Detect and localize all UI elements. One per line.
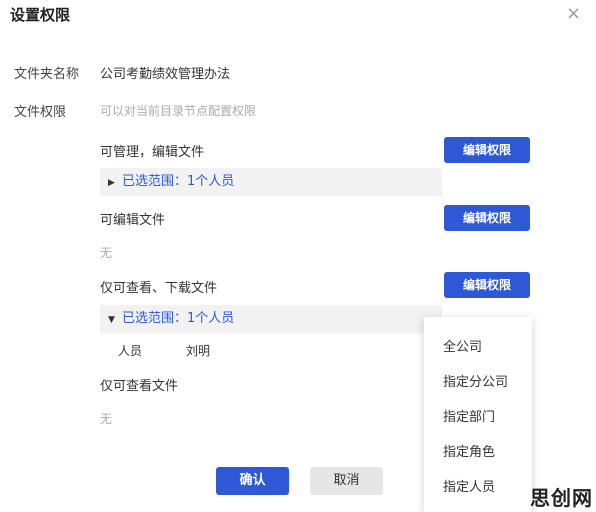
file-permission-label: 文件权限 [14,105,67,120]
section-manage-title: 可管理，编辑文件 [100,145,205,160]
none-text-edit: 无 [100,246,113,260]
section-view-only-title: 仅可查看文件 [100,379,179,394]
section-edit-title: 可编辑文件 [100,213,166,228]
member-name: 刘明 [186,344,211,358]
confirm-button[interactable]: 确认 [216,467,289,495]
cancel-button[interactable]: 取消 [310,467,383,495]
folder-name-label: 文件夹名称 [14,67,80,82]
file-permission-hint: 可以对当前目录节点配置权限 [100,104,257,118]
caret-down-icon: ▼ [108,315,115,325]
folder-name-value: 公司考勤绩效管理办法 [100,67,231,82]
member-type-label: 人员 [118,344,143,358]
range-text-manage: 已选范围：1个人员 [122,174,235,189]
none-text-view-only: 无 [100,412,113,426]
range-bar-manage[interactable]: ▶ 已选范围：1个人员 [100,168,442,196]
watermark-logo: 思创网 [530,486,593,510]
dropdown-item-whole-company[interactable]: 全公司 [443,336,482,355]
close-icon[interactable]: × [566,4,581,24]
dropdown-item-person[interactable]: 指定人员 [443,476,495,495]
range-text-view-download: 已选范围：1个人员 [122,311,235,326]
edit-permission-button-edit[interactable]: 编辑权限 [444,205,530,231]
dialog-title: 设置权限 [10,6,71,24]
dropdown-item-department[interactable]: 指定部门 [443,406,495,425]
scope-dropdown-menu: 全公司 指定分公司 指定部门 指定角色 指定人员 [424,317,532,512]
section-view-download-title: 仅可查看、下载文件 [100,281,218,296]
caret-right-icon: ▶ [108,178,115,188]
dropdown-item-role[interactable]: 指定角色 [443,441,495,460]
edit-permission-button-manage[interactable]: 编辑权限 [444,137,530,163]
edit-permission-button-view-download[interactable]: 编辑权限 [444,272,530,298]
range-bar-view-download[interactable]: ▼ 已选范围：1个人员 [100,305,442,333]
dropdown-item-branch[interactable]: 指定分公司 [443,371,508,390]
